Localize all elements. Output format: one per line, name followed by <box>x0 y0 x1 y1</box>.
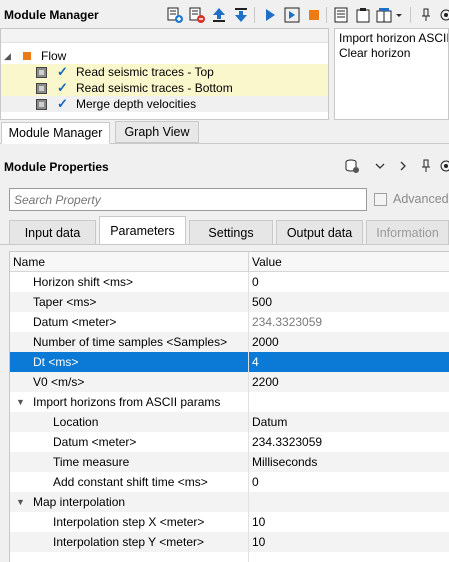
column-header-name[interactable]: Name <box>13 252 45 272</box>
property-name: Interpolation step X <meter> <box>53 515 205 529</box>
property-value[interactable]: 2200 <box>252 372 279 392</box>
pin-icon[interactable] <box>418 7 434 23</box>
property-row[interactable]: Add constant shift time <ms> 0 <box>10 472 449 492</box>
chevron-right-icon[interactable] <box>395 158 411 174</box>
property-grid: Name Value Horizon shift <ms> 0 Taper <m… <box>9 251 449 562</box>
checkmark-icon[interactable]: ✓ <box>57 96 68 112</box>
tree-item[interactable]: ✓ Merge depth velocities <box>1 96 328 112</box>
move-down-icon[interactable] <box>233 7 249 23</box>
tree-item[interactable]: ✓ Read seismic traces - Bottom <box>1 80 328 96</box>
tab-settings[interactable]: Settings <box>189 220 273 244</box>
run-step-icon[interactable] <box>284 7 300 23</box>
property-name: Dt <ms> <box>33 355 79 369</box>
module-enable-checkbox[interactable] <box>36 99 47 110</box>
module-list-item[interactable]: Import horizon ASCII <box>339 31 448 45</box>
property-row[interactable]: Location Datum <box>10 412 449 432</box>
log-icon[interactable] <box>333 7 349 23</box>
property-name: Datum <meter> <box>33 315 117 329</box>
layout-icon[interactable] <box>376 7 392 23</box>
property-value[interactable]: 234.3323059 <box>252 432 322 452</box>
property-name: Horizon shift <ms> <box>33 275 134 289</box>
property-name: Number of time samples <Samples> <box>33 335 228 349</box>
property-value[interactable]: 0 <box>252 272 259 292</box>
property-group-row[interactable]: ▼ Map interpolation <box>10 492 449 512</box>
move-up-icon[interactable] <box>211 7 227 23</box>
property-value[interactable]: Milliseconds <box>252 452 317 472</box>
property-row[interactable]: V0 <m/s> 2200 <box>10 372 449 392</box>
flow-icon <box>23 52 31 60</box>
clipboard-icon[interactable] <box>355 7 371 23</box>
property-group-name: Map interpolation <box>33 495 126 509</box>
tab-input-data[interactable]: Input data <box>9 220 96 244</box>
tab-module-manager[interactable]: Module Manager <box>1 122 110 144</box>
property-value[interactable]: 234.3323059 <box>252 312 322 332</box>
tree-root-label: Flow <box>41 49 67 63</box>
property-row[interactable]: Datum <meter> 234.3323059 <box>10 312 449 332</box>
tree-item-label: Read seismic traces - Bottom <box>76 81 233 95</box>
tree-item-label: Merge depth velocities <box>76 97 197 111</box>
property-row[interactable]: Time measure Milliseconds <box>10 452 449 472</box>
collapse-icon[interactable]: ◢ <box>4 48 11 64</box>
property-row[interactable]: Taper <ms> 500 <box>10 292 449 312</box>
checkmark-icon[interactable]: ✓ <box>57 80 68 96</box>
property-group-row[interactable]: ▼ Import horizons from ASCII params <box>10 392 449 412</box>
module-enable-checkbox[interactable] <box>36 83 47 94</box>
tree-item[interactable]: ✓ Read seismic traces - Top <box>1 64 328 80</box>
tab-graph-view[interactable]: Graph View <box>115 121 199 143</box>
property-row[interactable]: Datum <meter> 234.3323059 <box>10 432 449 452</box>
property-value[interactable]: 10 <box>252 512 265 532</box>
database-settings-icon[interactable] <box>344 158 360 174</box>
property-value[interactable]: Datum <box>252 412 287 432</box>
property-name: Taper <ms> <box>33 295 97 309</box>
property-value[interactable]: 0 <box>252 472 259 492</box>
property-name: Time measure <box>53 455 130 469</box>
advanced-checkbox[interactable] <box>374 193 387 206</box>
more-icon[interactable] <box>438 7 449 23</box>
property-name: Add constant shift time <ms> <box>53 475 208 489</box>
stop-icon[interactable] <box>306 7 322 23</box>
checkmark-icon[interactable]: ✓ <box>57 64 68 80</box>
module-list-item[interactable]: Clear horizon <box>339 46 410 60</box>
tab-information: Information <box>366 220 449 244</box>
module-properties-title: Module Properties <box>4 160 109 174</box>
more-icon[interactable] <box>438 158 449 174</box>
property-name: Datum <meter> <box>53 435 137 449</box>
property-row[interactable]: Horizon shift <ms> 0 <box>10 272 449 292</box>
tree-root-flow[interactable]: ◢ Flow <box>1 48 328 64</box>
search-property-input[interactable] <box>9 188 367 211</box>
property-value[interactable]: 500 <box>252 292 272 312</box>
advanced-label: Advanced <box>393 192 449 206</box>
column-header-value[interactable]: Value <box>252 252 282 272</box>
property-row[interactable]: Number of time samples <Samples> 2000 <box>10 332 449 352</box>
property-name: Interpolation step Y <meter> <box>53 535 204 549</box>
property-row[interactable]: Interpolation step X <meter> 10 <box>10 512 449 532</box>
property-name: V0 <m/s> <box>33 375 85 389</box>
module-list: Import horizon ASCII Clear horizon <box>334 28 449 120</box>
pin-icon[interactable] <box>418 158 434 174</box>
tree-item-label: Read seismic traces - Top <box>76 65 214 79</box>
property-value[interactable]: 4 <box>252 352 259 372</box>
run-icon[interactable] <box>262 7 278 23</box>
property-group-name: Import horizons from ASCII params <box>33 395 221 409</box>
expand-icon[interactable]: ▼ <box>16 392 25 412</box>
property-row[interactable]: Interpolation step Y <meter> 10 <box>10 532 449 552</box>
tab-parameters[interactable]: Parameters <box>99 216 186 244</box>
property-name: Location <box>53 415 99 429</box>
chevron-down-icon[interactable] <box>372 158 388 174</box>
property-value[interactable]: 10 <box>252 532 265 552</box>
tab-output-data[interactable]: Output data <box>276 220 363 244</box>
module-enable-checkbox[interactable] <box>36 67 47 78</box>
property-value[interactable]: 2000 <box>252 332 279 352</box>
property-row-selected[interactable]: Dt <ms> 4 <box>10 352 449 372</box>
remove-module-icon[interactable] <box>189 7 205 23</box>
grid-header: Name Value <box>10 252 449 272</box>
dropdown-icon[interactable] <box>394 7 404 23</box>
expand-icon[interactable]: ▼ <box>16 492 25 512</box>
add-module-icon[interactable] <box>167 7 183 23</box>
module-manager-title: Module Manager <box>4 8 99 22</box>
